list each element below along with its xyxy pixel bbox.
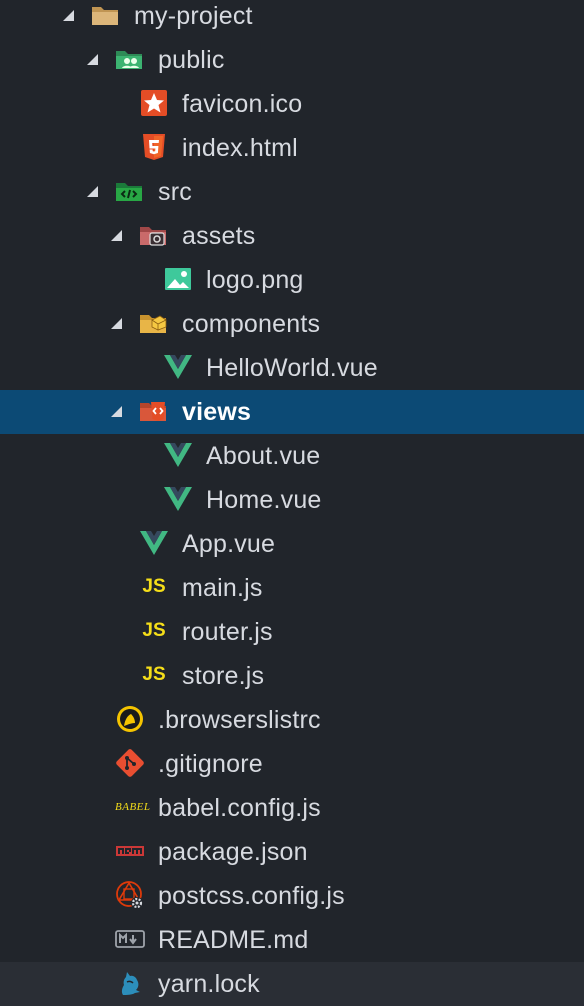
js-icon: JS [139,616,169,646]
js-icon: JS [139,660,169,690]
tree-item-label: public [158,46,225,74]
tree-row[interactable]: index.html [0,126,584,170]
tree-item-label: store.js [182,662,265,690]
tree-item-label: yarn.lock [158,970,260,998]
tree-item-label: package.json [158,838,308,866]
tree-item-label: main.js [182,574,263,602]
tree-item-label: HelloWorld.vue [206,354,378,382]
markdown-icon [115,924,145,954]
tree-row[interactable]: my-project [0,0,584,38]
tree-row[interactable]: JS main.js [0,566,584,610]
tree-item-label: logo.png [206,266,304,294]
tree-item-label: About.vue [206,442,321,470]
tree-row[interactable]: .gitignore [0,742,584,786]
tree-item-label: App.vue [182,530,276,558]
tree-row[interactable]: public [0,38,584,82]
tree-item-label: components [182,310,321,338]
chevron-expanded-icon[interactable] [63,10,74,21]
vue-icon [163,484,193,514]
postcss-icon [115,880,145,910]
tree-item-label: README.md [158,926,309,954]
tree-item-label: router.js [182,618,273,646]
js-badge-text: JS [142,620,166,641]
babel-badge-text: BABEL [115,801,151,813]
chevron-expanded-icon[interactable] [111,318,122,329]
chevron-expanded-icon[interactable] [87,54,98,65]
tree-row[interactable]: src [0,170,584,214]
tree-row[interactable]: assets [0,214,584,258]
star-icon [139,88,169,118]
git-icon [115,748,145,778]
tree-item-label: views [182,398,252,426]
html5-icon [139,132,169,162]
chevron-expanded-icon[interactable] [111,230,122,241]
tree-row[interactable]: App.vue [0,522,584,566]
tree-row[interactable]: yarn.lock [0,962,584,1006]
tree-row[interactable]: components [0,302,584,346]
tree-row[interactable]: About.vue [0,434,584,478]
file-explorer-tree: my-project public favicon.ico index.html src… [0,0,584,1006]
views-folder-icon [138,396,168,426]
chevron-expanded-icon[interactable] [111,406,122,417]
assets-folder-icon [138,220,168,250]
vue-icon [163,352,193,382]
vue-icon [139,528,169,558]
public-folder-icon [114,44,144,74]
chevron-expanded-icon[interactable] [87,186,98,197]
tree-row[interactable]: package.json [0,830,584,874]
components-folder-icon [138,308,168,338]
tree-row[interactable]: favicon.ico [0,82,584,126]
tree-item-label: index.html [182,134,298,162]
tree-row[interactable]: JS store.js [0,654,584,698]
tree-row[interactable]: JS router.js [0,610,584,654]
tree-item-label: favicon.ico [182,90,303,118]
tree-row[interactable]: .browserslistrc [0,698,584,742]
vue-icon [163,440,193,470]
babel-icon: BABEL [115,792,151,822]
tree-row[interactable]: postcss.config.js [0,874,584,918]
tree-row[interactable]: BABEL babel.config.js [0,786,584,830]
js-badge-text: JS [142,664,166,685]
image-icon [163,264,193,294]
js-badge-text: JS [142,576,166,597]
js-icon: JS [139,572,169,602]
tree-item-label: .gitignore [158,750,263,778]
tree-row[interactable]: logo.png [0,258,584,302]
tree-item-label: src [158,178,192,206]
tree-item-label: my-project [134,2,253,30]
browserslist-icon [115,704,145,734]
npm-icon [115,836,145,866]
src-folder-icon [114,176,144,206]
tree-item-label: postcss.config.js [158,882,345,910]
tree-item-label: Home.vue [206,486,322,514]
tree-row[interactable]: README.md [0,918,584,962]
folder-icon [90,0,120,30]
tree-row[interactable]: views [0,390,584,434]
tree-row[interactable]: HelloWorld.vue [0,346,584,390]
tree-item-label: .browserslistrc [158,706,321,734]
yarn-icon [115,968,145,998]
tree-item-label: assets [182,222,256,250]
tree-row[interactable]: Home.vue [0,478,584,522]
tree-item-label: babel.config.js [158,794,321,822]
